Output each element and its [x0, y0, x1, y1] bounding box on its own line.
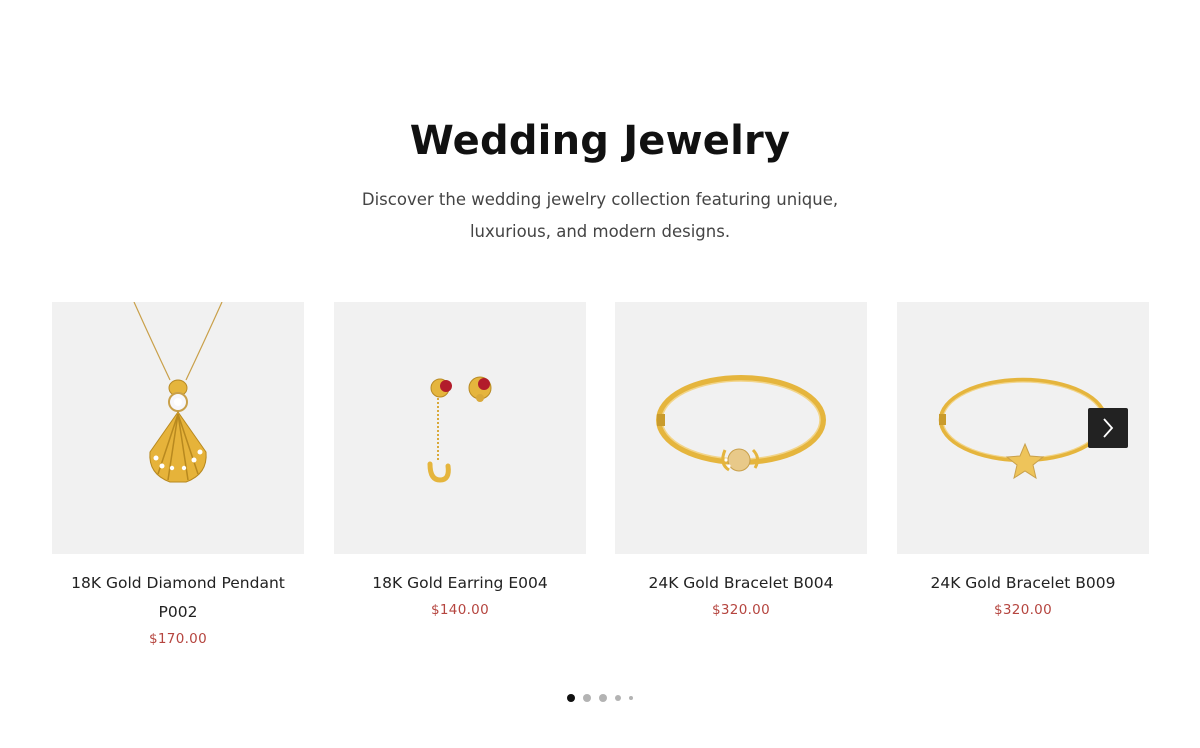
section-subtitle: Discover the wedding jewelry collection …: [361, 190, 839, 241]
section-title: Wedding Jewelry: [409, 118, 791, 164]
pagination-dot[interactable]: [599, 694, 607, 702]
product-name[interactable]: 18K Gold Diamond Pendant P002: [52, 569, 304, 627]
product-image[interactable]: [615, 302, 867, 554]
product-price: $140.00: [431, 602, 489, 618]
product-card[interactable]: 24K Gold Bracelet B009 $320.00: [897, 302, 1149, 621]
gold-pearl-bangle-icon: [656, 375, 826, 472]
chevron-right-icon: [1103, 418, 1114, 438]
product-card[interactable]: 18K Gold Earring E004 $140.00: [334, 302, 586, 621]
product-image[interactable]: [334, 302, 586, 554]
carousel-next-button[interactable]: [1088, 408, 1128, 448]
product-card[interactable]: 18K Gold Diamond Pendant P002 $170.00: [52, 302, 304, 650]
gold-shell-pendant-icon: [133, 302, 223, 483]
product-price: $320.00: [712, 602, 770, 618]
product-image[interactable]: [52, 302, 304, 554]
product-card[interactable]: 24K Gold Bracelet B004 $320.00: [615, 302, 867, 621]
gold-ruby-earrings-icon: [427, 376, 492, 483]
pagination-dot-active[interactable]: [567, 694, 575, 702]
product-name[interactable]: 24K Gold Bracelet B004: [615, 569, 867, 598]
product-carousel: 18K Gold Diamond Pendant P002 $170.00 18…: [52, 302, 1149, 662]
pagination-dot[interactable]: [629, 696, 633, 700]
pagination-dot[interactable]: [583, 694, 591, 702]
product-name[interactable]: 18K Gold Earring E004: [334, 569, 586, 598]
product-name[interactable]: 24K Gold Bracelet B009: [897, 569, 1149, 598]
product-price: $170.00: [149, 631, 207, 647]
product-price: $320.00: [994, 602, 1052, 618]
carousel-pagination: [0, 692, 1200, 704]
pagination-dot[interactable]: [615, 695, 621, 701]
